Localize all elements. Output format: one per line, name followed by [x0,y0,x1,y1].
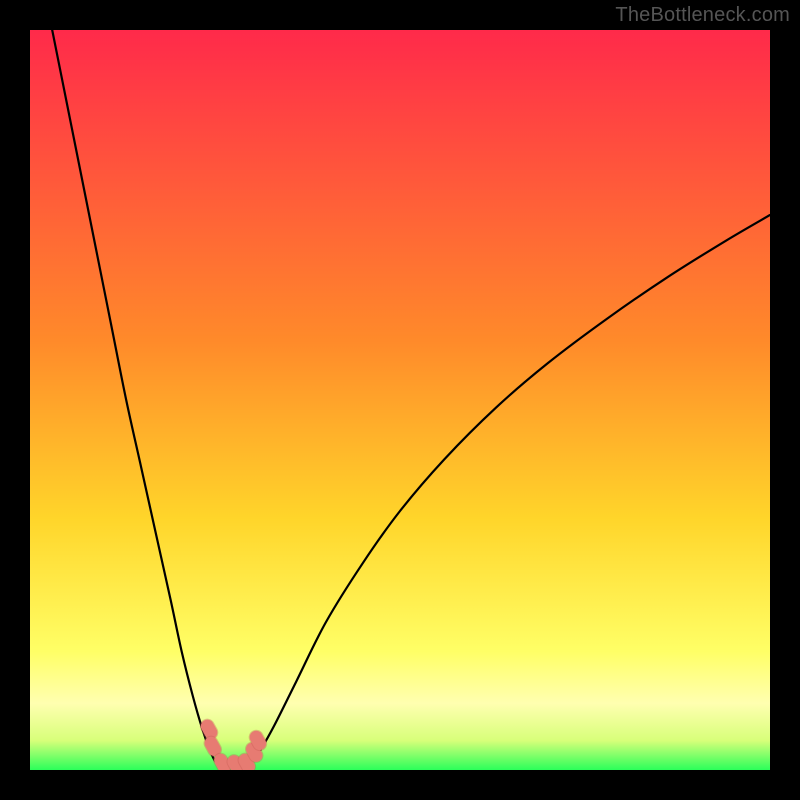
gradient-background [30,30,770,770]
marker-m6 [252,749,256,755]
watermark-text: TheBottleneck.com [615,4,790,27]
marker-m5 [245,760,249,766]
marker-m7 [256,737,260,743]
marker-m1 [207,726,211,732]
plot-area [30,30,770,770]
marker-m4 [234,762,238,768]
marker-m2 [211,743,215,749]
marker-m3 [221,760,225,766]
chart-frame: TheBottleneck.com [0,0,800,800]
plot-svg [30,30,770,770]
